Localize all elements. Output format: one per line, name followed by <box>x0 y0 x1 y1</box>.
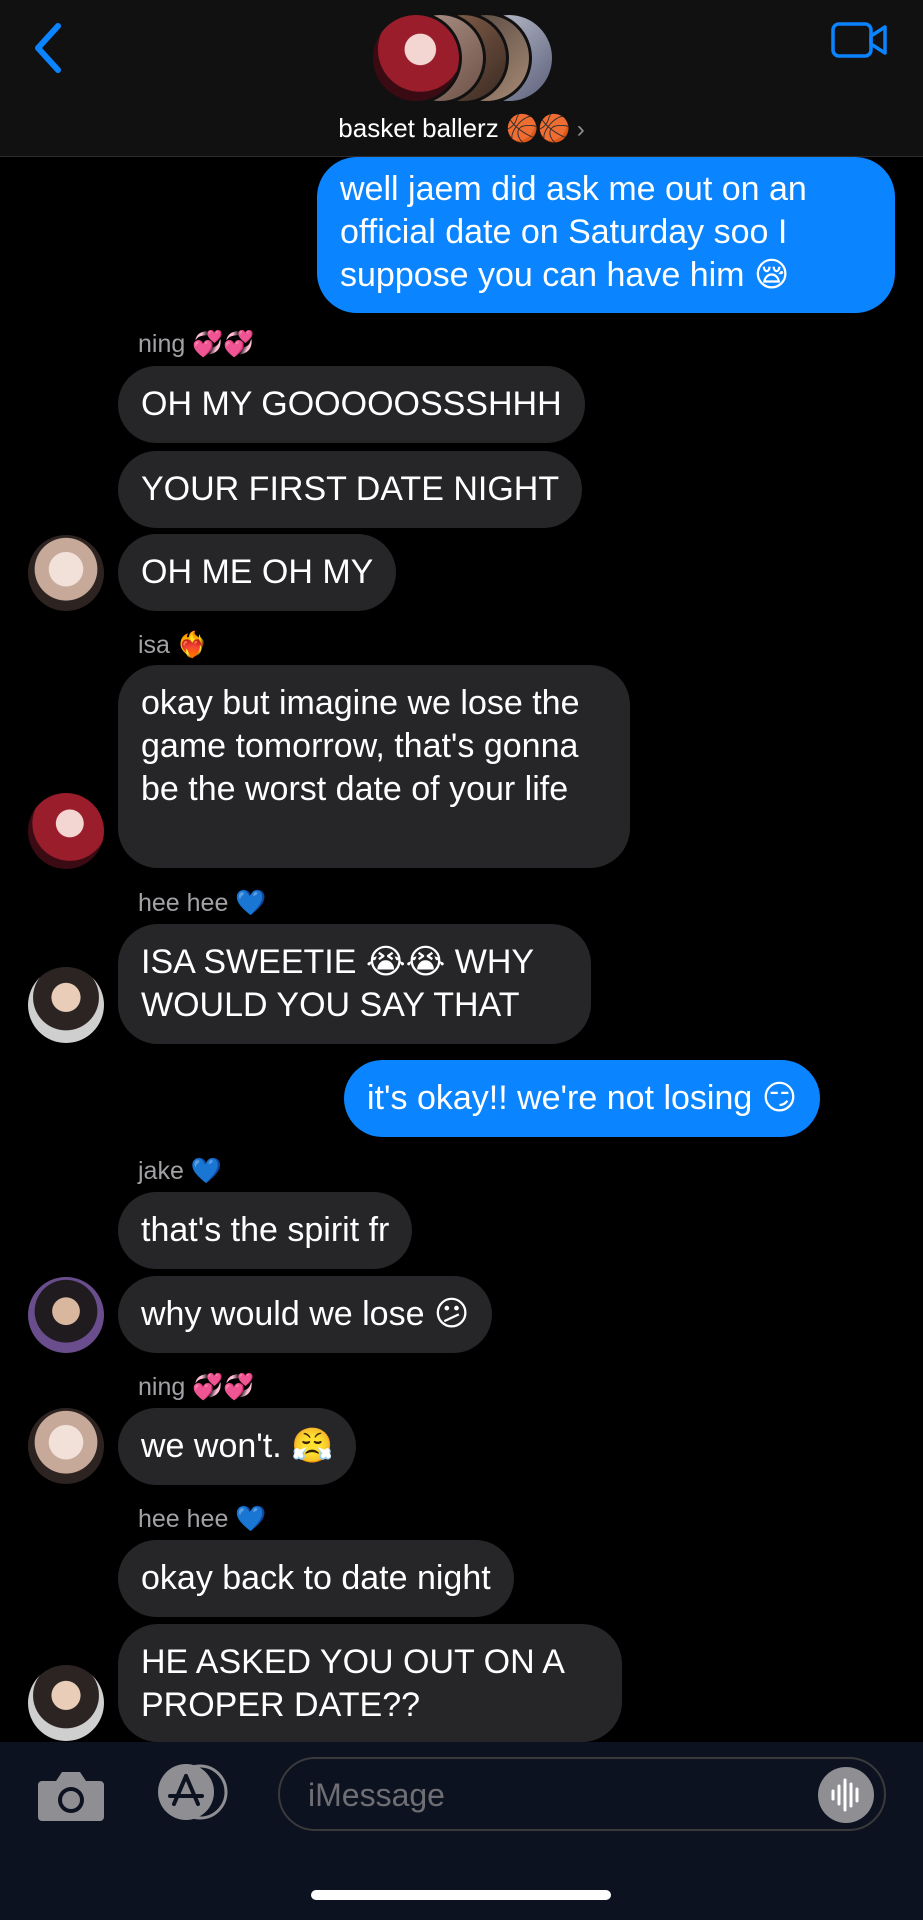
video-call-button[interactable] <box>830 18 890 64</box>
incoming-message-bubble[interactable]: okay but imagine we lose the game tomorr… <box>118 665 630 868</box>
chevron-left-icon <box>35 23 61 73</box>
conversation-header: basket ballerz 🏀🏀 › <box>0 0 923 157</box>
home-indicator[interactable] <box>311 1890 611 1900</box>
group-name-label: basket ballerz 🏀🏀 <box>338 113 571 143</box>
incoming-message-bubble[interactable]: okay back to date night <box>118 1540 514 1617</box>
outgoing-message-bubble[interactable]: it's okay!! we're not losing 😏 <box>344 1060 821 1137</box>
audio-waveform-icon <box>831 1778 859 1812</box>
app-store-button[interactable] <box>150 1762 232 1822</box>
avatar-hee-hee[interactable] <box>28 967 104 1043</box>
audio-message-button[interactable] <box>818 1767 874 1823</box>
incoming-message-bubble[interactable]: that's the spirit fr <box>118 1192 413 1269</box>
sender-name: ning 💞💞 <box>138 330 255 358</box>
video-camera-icon <box>831 22 887 58</box>
app-store-icon <box>158 1764 228 1820</box>
incoming-message-bubble[interactable]: OH ME OH MY <box>118 534 397 611</box>
incoming-message-bubble[interactable]: OH MY GOOOOOSSSHHH <box>118 366 585 443</box>
incoming-message-bubble[interactable]: why would we lose 😕 <box>118 1276 493 1353</box>
avatar-isa[interactable] <box>28 793 104 869</box>
camera-icon <box>38 1772 104 1821</box>
sender-name: isa ❤️‍🔥 <box>138 631 209 659</box>
group-name[interactable]: basket ballerz 🏀🏀 › <box>0 113 923 144</box>
sender-name: jake 💙 <box>138 1157 222 1185</box>
sender-name: hee hee 💙 <box>138 1505 267 1533</box>
incoming-message-bubble[interactable]: YOUR FIRST DATE NIGHT <box>118 451 583 528</box>
message-composer: iMessage <box>0 1742 923 1920</box>
camera-button[interactable] <box>36 1767 106 1823</box>
avatar-ning[interactable] <box>28 1408 104 1484</box>
group-avatar-stack[interactable] <box>370 12 555 106</box>
message-thread[interactable]: well jaem did ask me out on an official … <box>0 157 923 1742</box>
avatar-ning[interactable] <box>28 535 104 611</box>
sender-name: hee hee 💙 <box>138 889 267 917</box>
avatar-jake[interactable] <box>28 1277 104 1353</box>
incoming-message-bubble[interactable]: ISA SWEETIE 😭😭 WHY WOULD YOU SAY THAT <box>118 924 591 1044</box>
sender-name: ning 💞💞 <box>138 1373 255 1401</box>
outgoing-message-bubble[interactable]: well jaem did ask me out on an official … <box>317 157 895 313</box>
input-placeholder: iMessage <box>308 1777 445 1813</box>
avatar-hee-hee[interactable] <box>28 1665 104 1741</box>
imessage-input[interactable]: iMessage <box>278 1757 886 1831</box>
incoming-message-bubble[interactable]: HE ASKED YOU OUT ON A PROPER DATE?? <box>118 1624 622 1742</box>
back-button[interactable] <box>28 18 78 78</box>
incoming-message-bubble[interactable]: we won't. 😤 <box>118 1408 357 1485</box>
group-member-avatar <box>370 12 462 104</box>
chevron-right-icon: › <box>576 116 585 143</box>
